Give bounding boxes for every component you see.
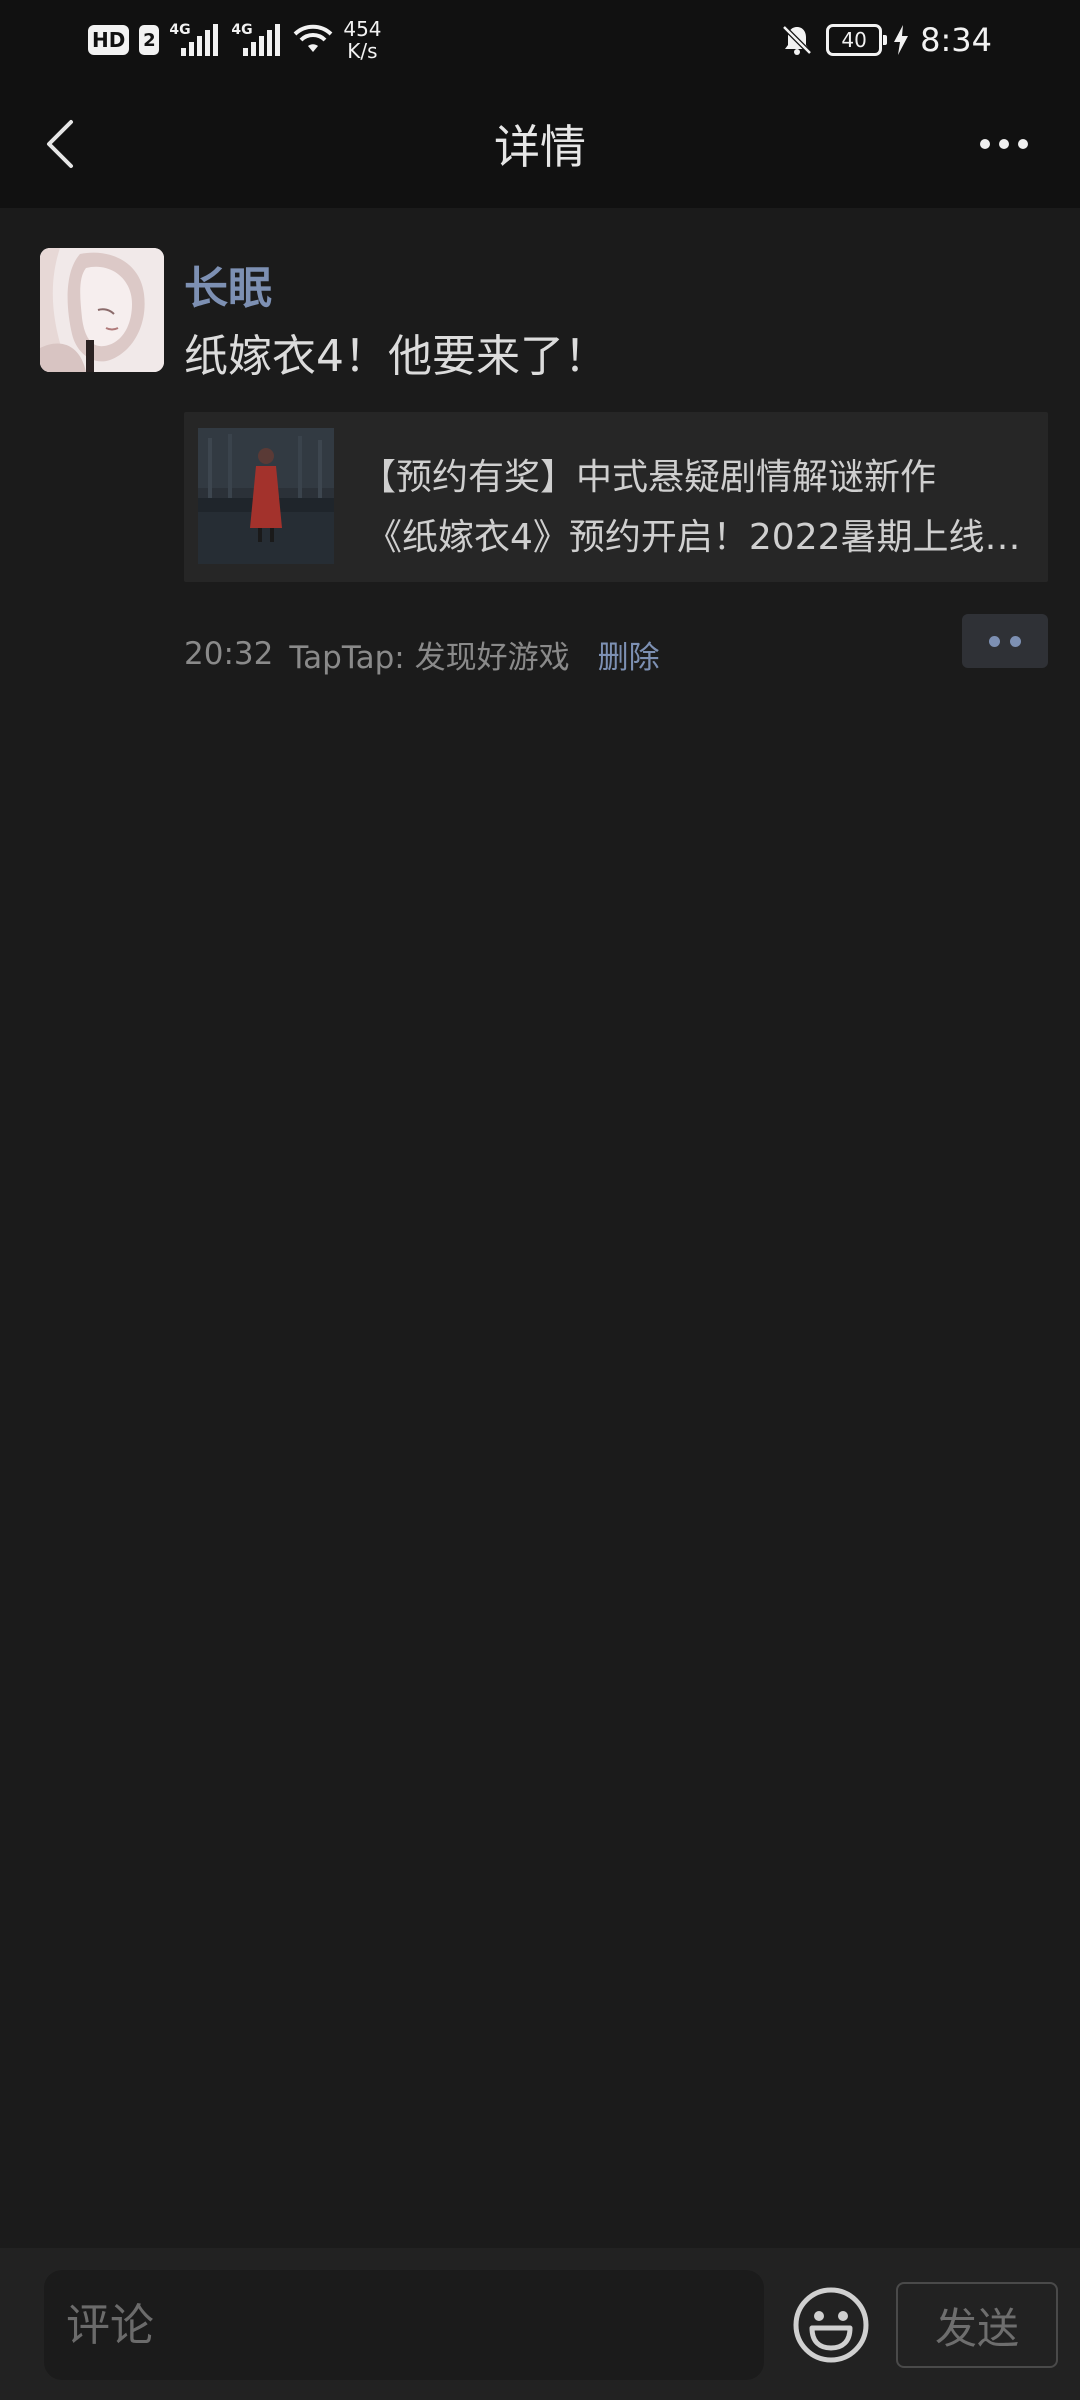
like-comment-button[interactable] (962, 614, 1048, 668)
clock: 8:34 (920, 21, 992, 59)
back-arrow-icon (47, 120, 73, 168)
wifi-icon (293, 24, 333, 52)
action-dot-icon (1010, 635, 1021, 647)
post-meta: 20:32 TapTap: 发现好游戏 删除 (184, 626, 660, 682)
link-title-line-2: 《纸嫁衣4》预约开启！2022暑期上线… (366, 517, 1021, 558)
battery-level: 40 (841, 28, 867, 52)
more-dot-icon (999, 139, 1009, 149)
back-button[interactable] (20, 104, 100, 184)
more-dot-icon (980, 139, 990, 149)
post-time: 20:32 (184, 636, 274, 672)
post-source[interactable]: TapTap: 发现好游戏 (289, 632, 569, 677)
bell-muted-icon (782, 25, 812, 55)
sim-badge: 2 (139, 25, 160, 55)
delete-button[interactable]: 删除 (598, 632, 660, 677)
charging-icon (894, 25, 909, 55)
status-bar: HD 2 4G 4G 454 K/s 40 8:34 (0, 0, 1080, 80)
username[interactable]: 长眠 (184, 252, 272, 316)
signal-icon-1: 4G (169, 22, 221, 58)
hd-badge: HD (88, 25, 130, 55)
signal-icon-2: 4G (231, 22, 283, 58)
post-text: 纸嫁衣4！他要来了！ (184, 331, 608, 382)
battery-icon: 40 (826, 24, 888, 56)
comment-bar: 发送 (0, 2248, 1080, 2400)
nav-header: 详情 (0, 80, 1080, 208)
avatar[interactable] (40, 248, 164, 372)
speed-unit: K/s (347, 39, 378, 63)
status-left: HD 2 4G 4G 454 K/s (88, 14, 382, 66)
action-dot-icon (989, 635, 1000, 647)
comment-input[interactable] (44, 2270, 764, 2380)
avatar-image (40, 248, 164, 372)
send-button[interactable]: 发送 (896, 2282, 1058, 2368)
shared-link-card[interactable]: 【预约有奖】中式悬疑剧情解谜新作 《纸嫁衣4》预约开启！2022暑期上线… (184, 412, 1048, 582)
status-right: 40 8:34 (780, 14, 992, 66)
page-title: 详情 (494, 120, 586, 174)
network-speed: 454 K/s (343, 18, 381, 62)
link-thumbnail (198, 428, 334, 564)
more-button[interactable] (964, 114, 1044, 174)
speed-value: 454 (343, 17, 382, 41)
smiley-icon (793, 2287, 869, 2363)
more-dot-icon (1018, 139, 1028, 149)
link-title-line-1: 【预约有奖】中式悬疑剧情解谜新作 (360, 457, 937, 498)
emoji-button[interactable] (792, 2286, 870, 2364)
